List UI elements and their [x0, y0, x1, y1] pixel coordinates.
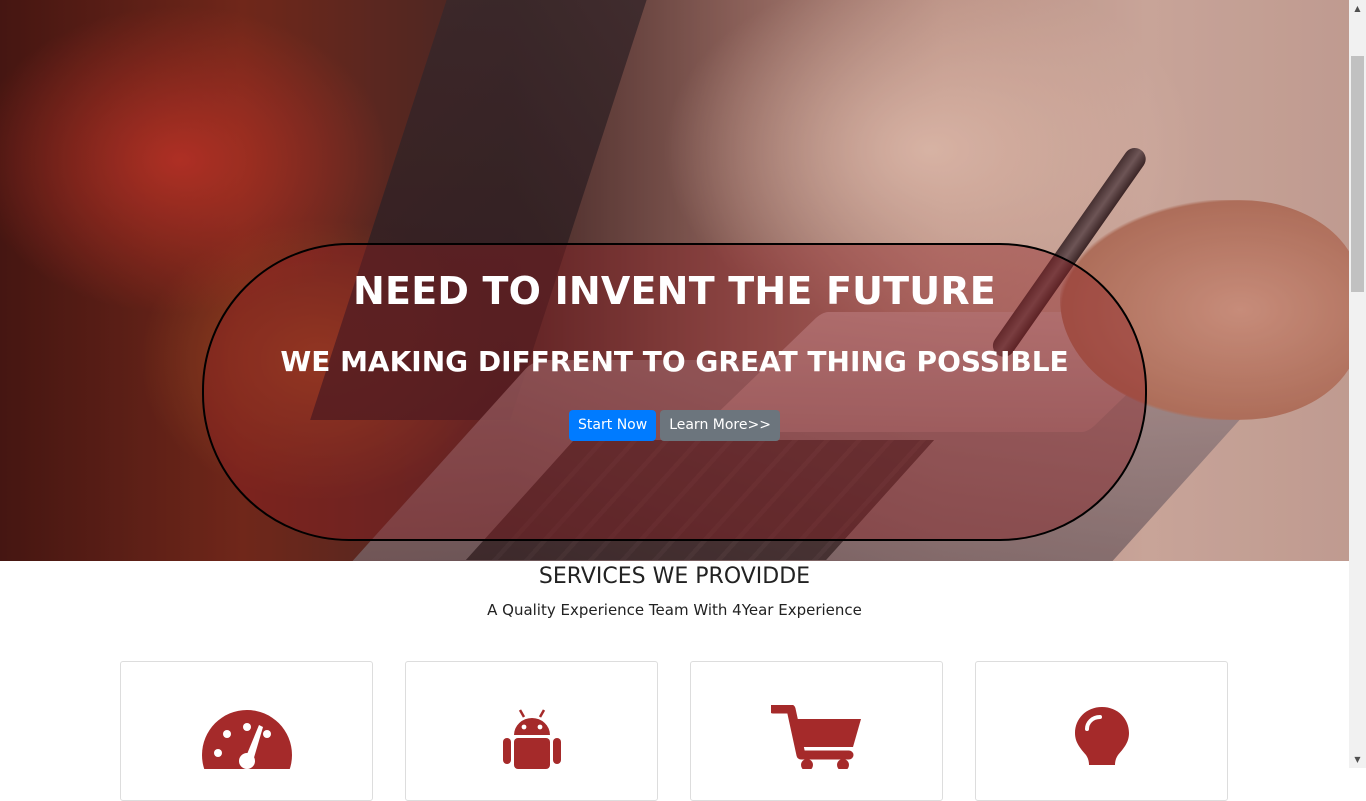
- services-title: SERVICES WE PROVIDDE: [538, 564, 811, 589]
- start-now-button[interactable]: Start Now: [569, 410, 657, 441]
- speedometer-icon: [201, 710, 292, 769]
- hero-button-group: Start Now Learn More>>: [0, 410, 1349, 441]
- lightbulb-icon: [1074, 707, 1129, 765]
- service-card-speed[interactable]: [120, 661, 373, 801]
- service-card-ecommerce[interactable]: [690, 661, 943, 801]
- scroll-down-arrow-icon[interactable]: ▼: [1349, 751, 1366, 768]
- hero-title: NEED TO INVENT THE FUTURE: [353, 269, 996, 313]
- scroll-up-arrow-icon[interactable]: ▲: [1349, 0, 1366, 17]
- scrollbar-thumb[interactable]: [1351, 56, 1364, 292]
- learn-more-button[interactable]: Learn More>>: [660, 410, 780, 441]
- hero-banner: NEED TO INVENT THE FUTURE WE MAKING DIFF…: [0, 0, 1349, 561]
- android-icon: [502, 709, 561, 769]
- service-card-ideas[interactable]: [975, 661, 1228, 801]
- services-subtitle: A Quality Experience Team With 4Year Exp…: [487, 601, 862, 619]
- hero-subtitle: WE MAKING DIFFRENT TO GREAT THING POSSIB…: [280, 345, 1069, 378]
- shopping-cart-icon: [770, 705, 861, 769]
- service-card-android[interactable]: [405, 661, 658, 801]
- vertical-scrollbar[interactable]: ▲ ▼: [1349, 0, 1366, 768]
